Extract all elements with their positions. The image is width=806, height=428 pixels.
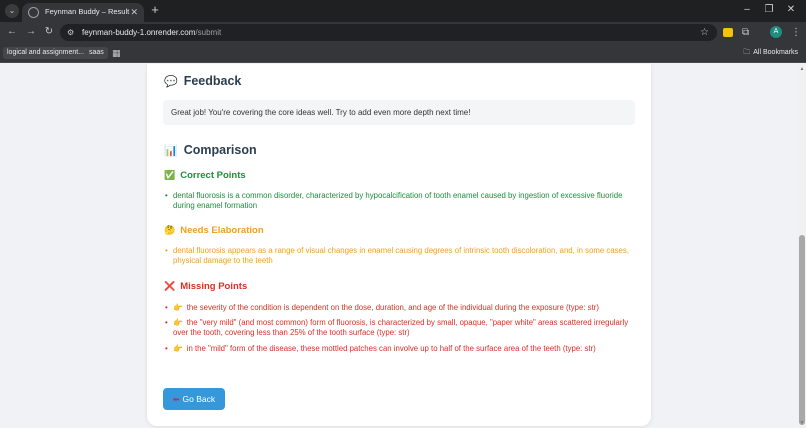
list-item: • 👉 in the "mild" form of the disease, the… (165, 344, 596, 353)
feedback-box: Great job! You're covering the core idea… (163, 100, 635, 125)
globe-icon (28, 7, 39, 18)
bar-chart-icon: 📊 (164, 145, 178, 157)
address-bar[interactable]: ⚙ feynman-buddy-1.onrender.com/submit ☆ (60, 24, 717, 41)
cross-mark-icon: ❌ (164, 281, 176, 291)
pointing-hand-icon: 👉 (173, 318, 183, 327)
tab-active[interactable]: Feynman Buddy – Result ✕ (22, 3, 144, 22)
tab-title: Feynman Buddy – Result (45, 7, 130, 16)
pointing-hand-icon: 👉 (173, 303, 183, 312)
page-scrollbar[interactable]: ▲ ▼ (798, 64, 806, 428)
url-text[interactable]: feynman-buddy-1.onrender.com/submit (82, 27, 221, 38)
missing-points-heading: ❌ Missing Points (164, 281, 248, 292)
window-close-icon[interactable]: ✕ (784, 3, 798, 17)
new-tab-button[interactable]: + (148, 2, 162, 18)
bookmark-star-icon[interactable]: ☆ (700, 26, 709, 39)
forward-arrow-icon[interactable]: → (24, 25, 38, 39)
site-settings-icon[interactable]: ⚙ (67, 27, 74, 38)
result-card: 💬 Feedback Great job! You're covering the… (147, 64, 651, 426)
menu-kebab-icon[interactable]: ⋮ (791, 26, 801, 39)
scroll-up-icon[interactable]: ▲ (799, 66, 805, 72)
all-bookmarks[interactable]: 🗀 All Bookmarks (743, 47, 798, 59)
reload-icon[interactable]: ↻ (42, 25, 56, 39)
restore-icon[interactable]: ❐ (762, 3, 776, 17)
profile-avatar[interactable]: A (770, 26, 782, 38)
folder-icon: 🗀 (743, 49, 751, 56)
thinking-face-icon: 🤔 (164, 225, 176, 235)
apps-grid-icon[interactable]: ▦ (112, 48, 121, 58)
feedback-heading: 💬 Feedback (164, 74, 242, 88)
bookmark-item[interactable]: logical and assignment... (3, 47, 89, 59)
scroll-down-icon[interactable]: ▼ (799, 420, 805, 426)
comparison-heading: 📊 Comparison (164, 143, 257, 157)
list-item: • 👉 the severity of the condition is depen… (165, 303, 599, 312)
bookmarks-bar: logical and assignment... saas ▦ 🗀 All Bo… (0, 43, 806, 63)
list-item: • dental fluorosis appears as a range of … (165, 246, 629, 265)
page-viewport: 💬 Feedback Great job! You're covering the… (0, 64, 798, 428)
browser-toolbar: ← → ↻ ⚙ feynman-buddy-1.onrender.com/sub… (0, 22, 806, 43)
extension-icon[interactable] (723, 28, 733, 37)
go-back-button[interactable]: ⬅ Go Back (163, 388, 225, 410)
back-arrow-icon[interactable]: ← (5, 25, 19, 39)
close-icon[interactable]: ✕ (130, 6, 138, 18)
bookmark-item[interactable]: saas (85, 47, 108, 59)
pointing-hand-icon: 👉 (173, 344, 183, 353)
correct-points-heading: ✅ Correct Points (164, 170, 246, 181)
needs-elaboration-heading: 🤔 Needs Elaboration (164, 225, 264, 236)
scrollbar-thumb[interactable] (799, 235, 805, 425)
speech-balloon-icon: 💬 (164, 76, 178, 88)
tab-bar: ⌄ Feynman Buddy – Result ✕ + – ❐ ✕ (0, 0, 806, 22)
feedback-text: Great job! You're covering the core idea… (171, 108, 471, 117)
tab-search-icon[interactable]: ⌄ (5, 4, 19, 18)
extensions-puzzle-icon[interactable]: ⧉ (742, 26, 749, 39)
check-mark-icon: ✅ (164, 170, 176, 180)
list-item: • dental fluorosis is a common disorder, … (165, 191, 623, 210)
list-item: • 👉 the "very mild" (and most common) form… (165, 318, 629, 337)
minimize-icon[interactable]: – (740, 3, 754, 17)
back-arrow-icon: ⬅ (172, 395, 180, 404)
